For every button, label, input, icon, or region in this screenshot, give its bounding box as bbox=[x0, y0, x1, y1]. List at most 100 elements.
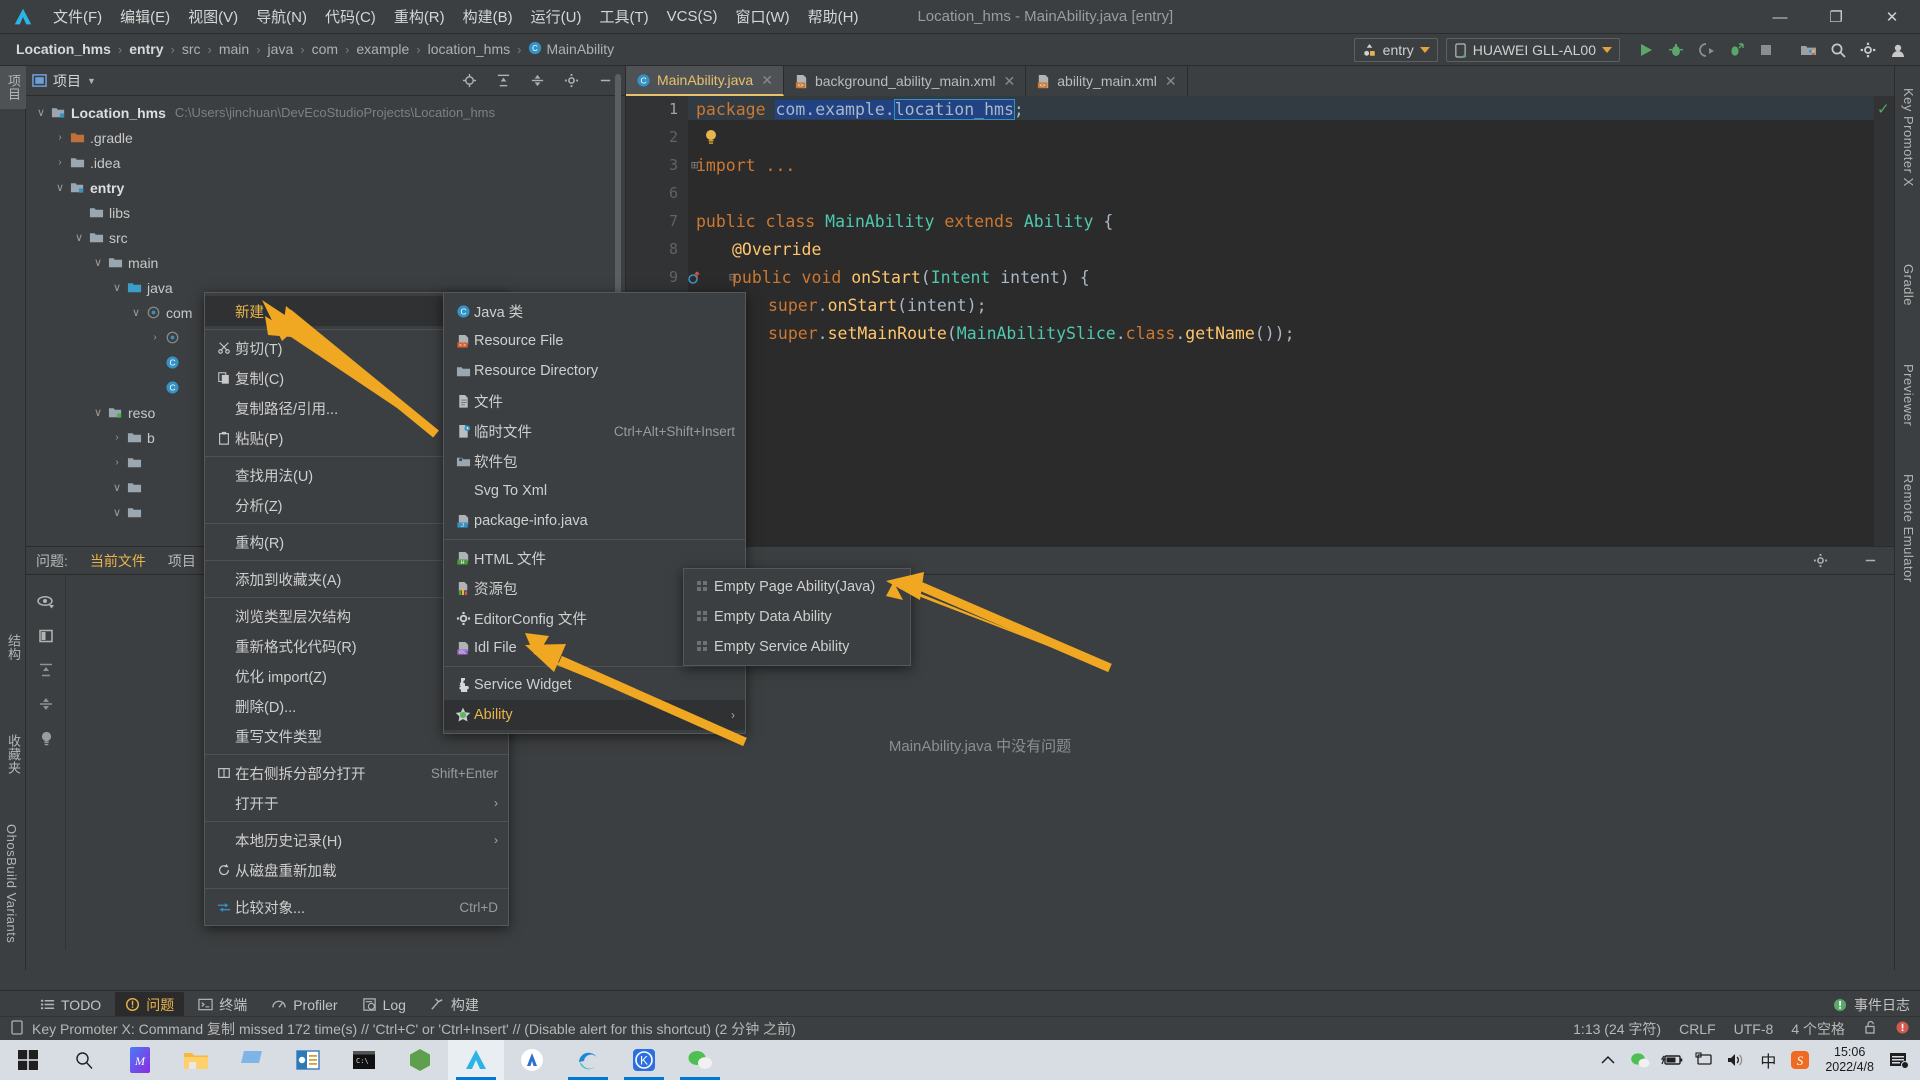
taskbar-cmd-icon[interactable]: C:\ bbox=[336, 1040, 392, 1080]
taskbar-edge-icon[interactable] bbox=[560, 1040, 616, 1080]
tool-terminal[interactable]: 终端 bbox=[188, 992, 257, 1018]
error-badge[interactable] bbox=[1895, 1020, 1910, 1038]
taskbar-wechat-icon[interactable] bbox=[672, 1040, 728, 1080]
chevron-right-icon[interactable]: › bbox=[110, 457, 124, 468]
tool-build[interactable]: 构建 bbox=[420, 992, 489, 1018]
device-selector[interactable]: HUAWEI GLL-AL00 bbox=[1445, 38, 1620, 62]
eye-icon[interactable] bbox=[26, 585, 66, 619]
new-package[interactable]: 软件包 bbox=[444, 446, 745, 476]
gear-icon[interactable] bbox=[557, 67, 585, 95]
sidebar-item-gradle[interactable]: Gradle bbox=[1897, 256, 1920, 314]
close-icon[interactable]: ✕ bbox=[1004, 73, 1016, 90]
breadcrumb-item-com[interactable]: com bbox=[308, 41, 342, 57]
minimize-button[interactable]: — bbox=[1752, 0, 1808, 34]
notification-icon[interactable] bbox=[1884, 1040, 1914, 1080]
breadcrumb-item-location-hms[interactable]: Location_hms bbox=[12, 41, 115, 57]
menu-edit[interactable]: 编辑(E) bbox=[111, 2, 179, 31]
problems-tab-current-file[interactable]: 当前文件 bbox=[90, 551, 146, 571]
taskbar-file-explorer-icon[interactable] bbox=[168, 1040, 224, 1080]
collapse-icon[interactable] bbox=[26, 687, 66, 721]
breadcrumb-item-mainability[interactable]: C MainAbility bbox=[524, 41, 618, 59]
sidebar-item-key-promoter-x[interactable]: Key Promoter X bbox=[1897, 80, 1920, 195]
tray-ime-icon[interactable]: 中 bbox=[1753, 1040, 1783, 1080]
taskbar-clock[interactable]: 15:06 2022/4/8 bbox=[1817, 1045, 1882, 1075]
project-tree-scrollbar[interactable] bbox=[615, 74, 621, 314]
line-separator[interactable]: CRLF bbox=[1679, 1021, 1716, 1037]
new-resource-file[interactable]: < > Resource File bbox=[444, 326, 745, 356]
sdk-manager-button[interactable] bbox=[1794, 36, 1822, 64]
new-java-class[interactable]: C Java 类 bbox=[444, 296, 745, 326]
taskbar-deveco-studio-icon[interactable] bbox=[448, 1040, 504, 1080]
tool-profiler[interactable]: Profiler bbox=[261, 994, 347, 1016]
locate-icon[interactable] bbox=[455, 67, 483, 95]
tree-node[interactable]: ∨ main bbox=[26, 250, 625, 275]
taskbar-app-m-icon[interactable]: M bbox=[112, 1040, 168, 1080]
menu-view[interactable]: 视图(V) bbox=[179, 2, 247, 31]
taskbar-node-icon[interactable] bbox=[392, 1040, 448, 1080]
menu-compare-with[interactable]: 比较对象... Ctrl+D bbox=[205, 892, 508, 922]
tray-expand-icon[interactable] bbox=[1593, 1040, 1623, 1080]
menu-vcs[interactable]: VCS(S) bbox=[658, 4, 727, 29]
ability-submenu[interactable]: Empty Page Ability(Java) Empty Data Abili… bbox=[683, 568, 911, 666]
settings-button[interactable] bbox=[1854, 36, 1882, 64]
new-scratch-file[interactable]: 临时文件 Ctrl+Alt+Shift+Insert bbox=[444, 416, 745, 446]
sidebar-item-ohosbuild-variants[interactable]: OhosBuild Variants bbox=[0, 816, 23, 951]
run-button[interactable] bbox=[1632, 36, 1660, 64]
profile-button[interactable] bbox=[1722, 36, 1750, 64]
menu-build[interactable]: 构建(B) bbox=[454, 2, 522, 31]
problems-tab-project[interactable]: 项目 bbox=[168, 551, 196, 571]
menu-tools[interactable]: 工具(T) bbox=[590, 2, 657, 31]
breadcrumb-item-java[interactable]: java bbox=[264, 41, 298, 57]
taskbar-outlook-icon[interactable] bbox=[280, 1040, 336, 1080]
chevron-down-icon[interactable]: ∨ bbox=[110, 481, 124, 494]
chevron-down-icon[interactable]: ∨ bbox=[91, 406, 105, 419]
tray-battery-icon[interactable] bbox=[1657, 1040, 1687, 1080]
new-submenu[interactable]: C Java 类 < > Resource File Resource Director… bbox=[443, 292, 746, 734]
menu-window[interactable]: 窗口(W) bbox=[726, 2, 798, 31]
search-everywhere-button[interactable] bbox=[1824, 36, 1852, 64]
ability-empty-data[interactable]: Empty Data Ability bbox=[684, 602, 910, 632]
new-svg-to-xml[interactable]: Svg To Xml bbox=[444, 476, 745, 506]
ability-empty-service[interactable]: Empty Service Ability bbox=[684, 632, 910, 662]
maximize-button[interactable]: ❐ bbox=[1808, 0, 1864, 34]
tree-node[interactable]: libs bbox=[26, 200, 625, 225]
code-area[interactable]: 1 2 3 6 7 8 9 ⊞ ⊟ package com.example.lo… bbox=[626, 96, 1894, 546]
taskbar-remote-desktop-icon[interactable] bbox=[224, 1040, 280, 1080]
close-icon[interactable]: ✕ bbox=[1165, 73, 1177, 90]
tree-node[interactable]: ∨ src bbox=[26, 225, 625, 250]
run-configuration-selector[interactable]: entry bbox=[1353, 38, 1438, 62]
file-encoding[interactable]: UTF-8 bbox=[1734, 1021, 1774, 1037]
close-button[interactable]: ✕ bbox=[1864, 0, 1920, 34]
sidebar-item-remote-emulator[interactable]: Remote Emulator bbox=[1897, 466, 1920, 591]
chevron-right-icon[interactable]: › bbox=[110, 432, 124, 443]
breadcrumb-item-src[interactable]: src bbox=[178, 41, 205, 57]
menu-run[interactable]: 运行(U) bbox=[522, 2, 591, 31]
tray-wechat-icon[interactable] bbox=[1625, 1040, 1655, 1080]
new-package-info[interactable]: Jpackage-info.java bbox=[444, 506, 745, 536]
stop-button[interactable] bbox=[1752, 36, 1780, 64]
menu-reload-from-disk[interactable]: 从磁盘重新加载 bbox=[205, 855, 508, 885]
chevron-down-icon[interactable]: ∨ bbox=[72, 231, 86, 244]
editor-right-gutter[interactable]: ✓ bbox=[1874, 96, 1894, 546]
sidebar-item-project[interactable]: 项目 bbox=[0, 66, 27, 109]
gear-icon[interactable] bbox=[1806, 547, 1834, 575]
tray-volume-icon[interactable] bbox=[1721, 1040, 1751, 1080]
chevron-down-icon[interactable]: ∨ bbox=[110, 506, 124, 519]
new-service-widget[interactable]: Service Widget bbox=[444, 670, 745, 700]
inspection-ok-icon[interactable]: ✓ bbox=[1877, 100, 1890, 118]
menu-local-history[interactable]: 本地历史记录(H) › bbox=[205, 825, 508, 855]
tray-sogou-icon[interactable]: S bbox=[1785, 1040, 1815, 1080]
unlocked-icon[interactable] bbox=[1863, 1020, 1877, 1038]
tool-log[interactable]: Log bbox=[352, 994, 416, 1016]
breadcrumb-item-main[interactable]: main bbox=[215, 41, 253, 57]
expand-icon[interactable] bbox=[26, 653, 66, 687]
run-coverage-button[interactable] bbox=[1692, 36, 1720, 64]
indent-setting[interactable]: 4 个空格 bbox=[1791, 1019, 1845, 1039]
tree-node[interactable]: › .gradle bbox=[26, 125, 625, 150]
tray-network-icon[interactable] bbox=[1689, 1040, 1719, 1080]
menu-code[interactable]: 代码(C) bbox=[316, 2, 385, 31]
chevron-down-icon[interactable]: ▼ bbox=[87, 76, 96, 86]
tree-node[interactable]: › .idea bbox=[26, 150, 625, 175]
new-ability[interactable]: Ability › bbox=[444, 700, 745, 730]
new-file[interactable]: 文件 bbox=[444, 386, 745, 416]
